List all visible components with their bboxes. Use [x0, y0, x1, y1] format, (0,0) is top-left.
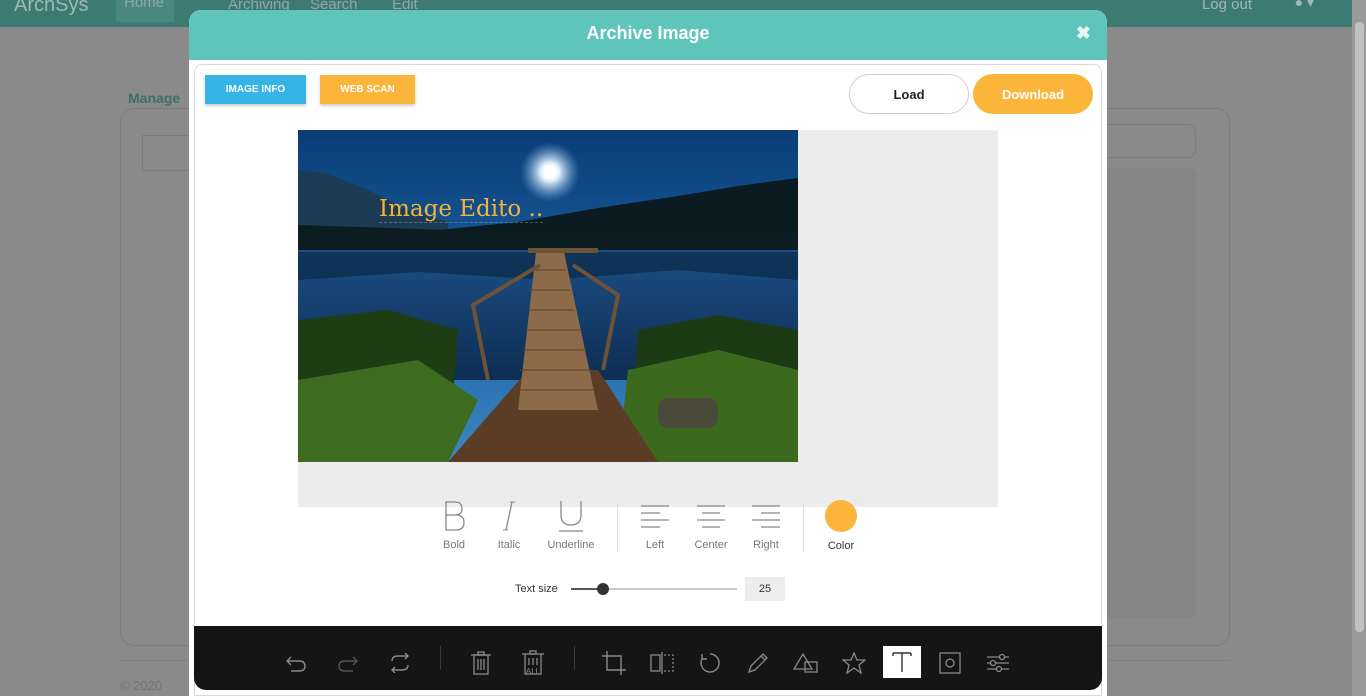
load-button[interactable]: Load: [849, 74, 969, 114]
close-icon[interactable]: ✖: [1076, 23, 1091, 44]
align-center-icon: [689, 498, 733, 534]
web-scan-button[interactable]: WEB SCAN: [320, 75, 415, 104]
align-right-tool[interactable]: Right: [746, 498, 786, 551]
text-size-slider-handle[interactable]: [596, 583, 609, 595]
tool-divider: [803, 504, 804, 552]
undo-icon[interactable]: [277, 646, 315, 680]
archive-image-modal: Archive Image ✖ IMAGE INFO WEB SCAN Load…: [189, 10, 1107, 696]
text-size-value[interactable]: 25: [745, 577, 785, 601]
delete-icon[interactable]: [462, 646, 500, 680]
toolbar-divider: [440, 646, 441, 670]
edited-photo[interactable]: [298, 130, 798, 462]
background-search: [1100, 124, 1196, 158]
delete-all-label: ALL: [526, 667, 541, 676]
mask-icon[interactable]: [931, 646, 969, 680]
toolbar-divider: [574, 646, 575, 670]
align-left-label: Left: [645, 539, 665, 551]
underline-icon: [541, 498, 601, 534]
align-center-label: Center: [694, 539, 728, 551]
text-object[interactable]: Image Edito ..: [379, 196, 544, 223]
draw-icon[interactable]: [739, 646, 777, 680]
bold-icon: [436, 498, 472, 534]
brand-logo: ArchSys: [14, 0, 89, 16]
align-center-tool[interactable]: Center: [689, 498, 733, 551]
modal-header: Archive Image ✖: [189, 10, 1107, 60]
tool-divider: [617, 504, 618, 552]
delete-all-icon[interactable]: ALL: [514, 646, 552, 680]
crop-icon[interactable]: [595, 646, 633, 680]
italic-label: Italic: [497, 539, 521, 551]
italic-tool[interactable]: Italic: [491, 498, 527, 551]
nav-home: Home: [116, 0, 174, 22]
underline-label: Underline: [547, 539, 595, 551]
filter-icon[interactable]: [979, 646, 1017, 680]
modal-title: Archive Image: [586, 23, 710, 43]
bold-label: Bold: [442, 539, 466, 551]
flip-icon[interactable]: [643, 646, 681, 680]
bold-tool[interactable]: Bold: [436, 498, 472, 551]
align-right-icon: [746, 498, 786, 534]
background-side-panel: [1100, 168, 1196, 618]
download-button[interactable]: Download: [973, 74, 1093, 114]
align-right-label: Right: [753, 539, 779, 551]
rotate-icon[interactable]: [691, 646, 729, 680]
icon-icon[interactable]: [835, 646, 873, 680]
align-left-icon: [635, 498, 675, 534]
image-info-button[interactable]: IMAGE INFO: [205, 75, 306, 104]
italic-icon: [491, 498, 527, 534]
page-heading: Manage: [128, 90, 181, 106]
redo-icon[interactable]: [329, 646, 367, 680]
color-label: Color: [827, 540, 855, 552]
scrollbar-thumb[interactable]: [1355, 22, 1364, 632]
user-icon: ● ▾: [1294, 0, 1314, 10]
text-size-label: Text size: [515, 583, 558, 595]
color-tool[interactable]: Color: [821, 498, 861, 552]
editor-toolbar: ALL: [194, 626, 1102, 690]
footer-text: © 2020: [120, 678, 163, 693]
text-icon[interactable]: [883, 646, 921, 678]
align-left-tool[interactable]: Left: [635, 498, 675, 551]
underline-tool[interactable]: Underline: [541, 498, 601, 551]
shape-icon[interactable]: [787, 646, 825, 680]
color-swatch[interactable]: [825, 500, 857, 532]
reset-icon[interactable]: [381, 646, 419, 680]
logout-link: Log out: [1201, 0, 1252, 13]
